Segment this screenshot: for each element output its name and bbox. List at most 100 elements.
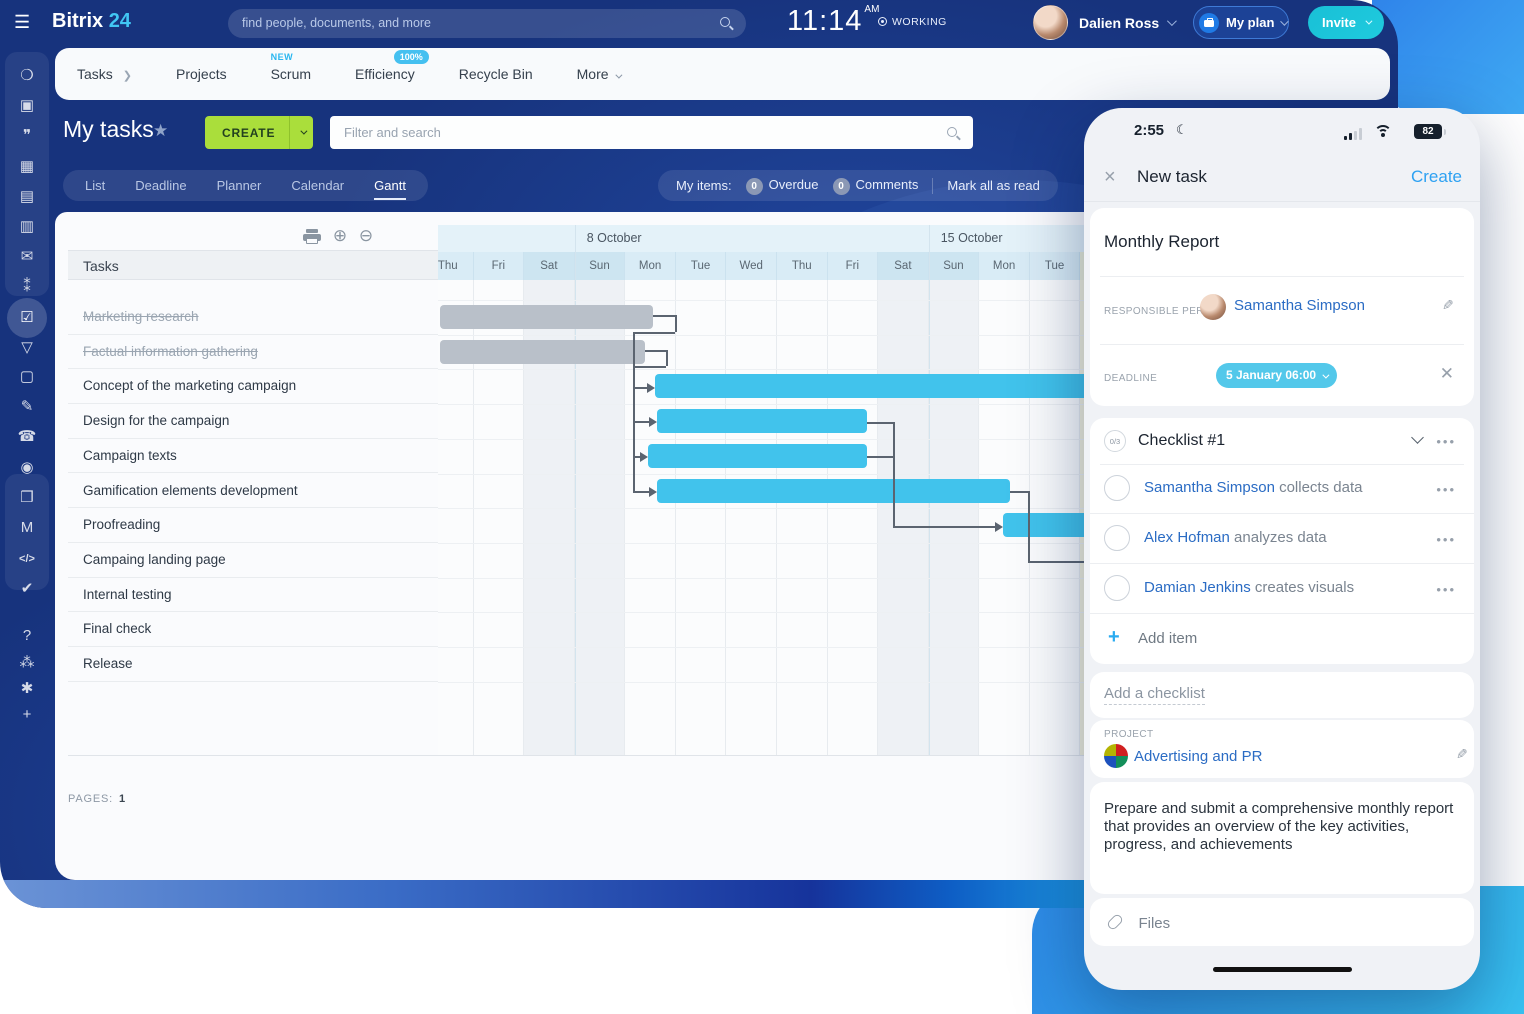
calendar-icon[interactable]: ▦ [0, 154, 54, 180]
clear-deadline-icon[interactable]: ✕ [1440, 364, 1454, 384]
task-row[interactable]: Final check [68, 612, 438, 647]
drive-icon[interactable]: ▥ [0, 214, 54, 240]
project-card[interactable]: PROJECT Advertising and PR ✎ [1090, 720, 1474, 778]
pages-value[interactable]: 1 [119, 793, 125, 805]
checkbox-circle[interactable] [1104, 525, 1130, 551]
sites-icon[interactable]: ▢ [0, 364, 54, 390]
responsible-row[interactable]: RESPONSIBLE PER... Samantha Simpson ✎ [1104, 301, 1460, 319]
knowledge-base-icon[interactable]: ❒ [0, 485, 54, 511]
item-menu-icon[interactable]: ••• [1436, 582, 1456, 597]
nav-item-efficiency[interactable]: Efficiency100% [355, 66, 415, 82]
task-row[interactable]: Marketing research [68, 300, 438, 335]
project-name[interactable]: Advertising and PR [1134, 748, 1262, 765]
task-row[interactable]: Concept of the marketing campaign [68, 369, 438, 404]
gantt-bar-5[interactable] [648, 444, 867, 468]
add-icon[interactable]: + [0, 702, 54, 728]
chevron-down-icon[interactable] [301, 128, 308, 135]
video-calls-icon[interactable]: ▣ [0, 93, 54, 119]
nav-item-recycle-bin[interactable]: Recycle Bin [459, 66, 533, 82]
description-card[interactable]: Prepare and submit a comprehensive month… [1090, 782, 1474, 894]
checklist-header[interactable]: 0/3 Checklist #1 ••• [1090, 418, 1474, 464]
counter-label-overdue[interactable]: Overdue [769, 177, 819, 192]
add-item-row[interactable]: + Add item [1090, 614, 1474, 664]
crm-icon[interactable]: ▽ [0, 335, 54, 361]
collapse-chevron-icon[interactable] [1411, 431, 1424, 444]
global-search-input[interactable]: find people, documents, and more [228, 9, 746, 38]
zoom-out-icon[interactable]: ⊖ [356, 226, 376, 246]
task-row[interactable]: Campaign texts [68, 439, 438, 474]
task-row[interactable]: Design for the campaign [68, 404, 438, 439]
documents-icon[interactable]: ▤ [0, 184, 54, 210]
description-text[interactable]: Prepare and submit a comprehensive month… [1104, 800, 1460, 854]
gantt-bar-4[interactable] [657, 409, 867, 433]
task-title-input[interactable]: Monthly Report [1104, 232, 1219, 252]
task-row[interactable]: Factual information gathering [68, 335, 438, 370]
marketing-icon[interactable]: M [0, 515, 54, 541]
developer-icon[interactable]: </> [0, 546, 54, 572]
user-menu[interactable]: Dalien Ross [1033, 5, 1174, 40]
deadline-pill[interactable]: 5 January 06:00 [1216, 363, 1337, 388]
messenger-icon[interactable]: ❞ [0, 123, 54, 149]
add-checklist-card[interactable]: Add a checklist [1090, 672, 1474, 718]
nav-item-projects[interactable]: Projects [176, 66, 227, 82]
item-menu-icon[interactable]: ••• [1436, 482, 1456, 497]
nav-item-more[interactable]: More [577, 66, 620, 82]
files-card[interactable]: Files [1090, 898, 1474, 946]
gantt-bar-7[interactable] [1003, 513, 1093, 537]
updates-icon[interactable]: ✔ [0, 576, 54, 602]
task-row[interactable]: Gamification elements development [68, 474, 438, 509]
tab-planner[interactable]: Planner [217, 172, 262, 199]
invite-button[interactable]: Invite [1308, 6, 1384, 39]
tab-deadline[interactable]: Deadline [135, 172, 186, 199]
tasks-icon[interactable]: ☑ [0, 305, 54, 331]
item-menu-icon[interactable]: ••• [1436, 532, 1456, 547]
task-row[interactable]: Campaing landing page [68, 543, 438, 578]
settings-icon[interactable]: ✱ [0, 676, 54, 702]
nav-item-tasks[interactable]: Tasks❯ [77, 66, 132, 82]
sign-icon[interactable]: ✎ [0, 394, 54, 420]
contact-center-icon[interactable]: ☎ [0, 424, 54, 450]
gantt-bar-6[interactable] [657, 479, 1010, 503]
gantt-bar-2[interactable] [440, 340, 645, 364]
deadline-row[interactable]: DEADLINE 5 January 06:00 ✕ [1104, 368, 1460, 386]
filter-search-input[interactable]: Filter and search [330, 116, 973, 149]
checklist-item[interactable]: Alex Hofman analyzes data••• [1090, 514, 1474, 564]
mark-all-read-button[interactable]: Mark all as read [947, 178, 1039, 193]
checklist-item-assignee[interactable]: Alex Hofman [1144, 529, 1230, 546]
favorite-star-icon[interactable]: ★ [153, 121, 168, 141]
nav-item-scrum[interactable]: ScrumNEW [271, 66, 311, 82]
share-icon[interactable]: ⁂ [0, 650, 54, 676]
create-task-button[interactable]: CREATE [205, 116, 313, 149]
counter-label-comments[interactable]: Comments [856, 177, 919, 192]
checklist-item-assignee[interactable]: Damian Jenkins [1144, 579, 1251, 596]
automation-icon[interactable]: ◉ [0, 455, 54, 481]
edit-pencil-icon[interactable]: ✎ [1442, 297, 1454, 314]
tab-calendar[interactable]: Calendar [291, 172, 344, 199]
task-row[interactable]: Internal testing [68, 578, 438, 613]
zoom-in-icon[interactable]: ⊕ [330, 226, 350, 246]
team-icon[interactable]: ⁑ [0, 274, 54, 300]
tab-gantt[interactable]: Gantt [374, 172, 406, 199]
checkbox-circle[interactable] [1104, 575, 1130, 601]
mail-icon[interactable]: ✉ [0, 244, 54, 270]
checklist-menu-icon[interactable]: ••• [1436, 434, 1456, 449]
menu-icon[interactable]: ☰ [14, 12, 30, 33]
gantt-bar-1[interactable] [440, 305, 653, 329]
checklist-item-assignee[interactable]: Samantha Simpson [1144, 479, 1275, 496]
app-logo[interactable]: Bitrix 24 [52, 10, 131, 33]
close-icon[interactable]: × [1104, 166, 1116, 189]
work-status[interactable]: WORKING [878, 16, 947, 28]
responsible-name[interactable]: Samantha Simpson [1234, 297, 1365, 314]
checklist-item[interactable]: Damian Jenkins creates visuals••• [1090, 564, 1474, 614]
feed-icon[interactable]: ❍ [0, 63, 54, 89]
checklist-item[interactable]: Samantha Simpson collects data••• [1090, 464, 1474, 514]
help-icon[interactable]: ? [0, 623, 54, 649]
my-plan-button[interactable]: My plan [1193, 6, 1289, 39]
phone-create-button[interactable]: Create [1411, 167, 1462, 187]
edit-pencil-icon[interactable]: ✎ [1456, 746, 1468, 763]
task-row[interactable]: Release [68, 647, 438, 682]
home-indicator[interactable] [1213, 967, 1352, 972]
print-icon[interactable] [302, 229, 322, 249]
checkbox-circle[interactable] [1104, 475, 1130, 501]
task-row[interactable]: Proofreading [68, 508, 438, 543]
